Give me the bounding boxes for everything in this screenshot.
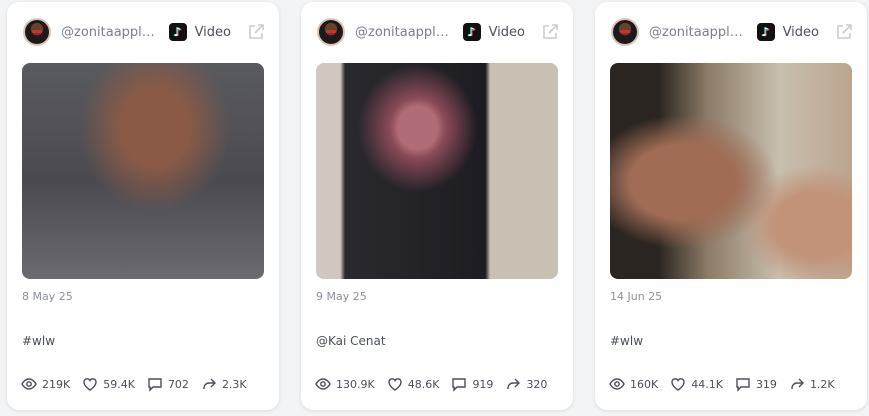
author-handle[interactable]: @zonitaapplez...	[61, 25, 163, 40]
post-card[interactable]: @zonitaapplez... ♪ Video 14 Jun 25 #wlw …	[595, 2, 867, 410]
tiktok-icon: ♪	[756, 23, 775, 41]
heart-icon	[388, 378, 402, 391]
external-link-icon[interactable]	[247, 23, 265, 41]
post-card[interactable]: @zonitaapplez... ♪ Video 9 May 25 @Kai C…	[301, 2, 573, 410]
views-count: 130.9K	[336, 377, 375, 391]
avatar[interactable]	[611, 18, 639, 46]
shares-stat: 320	[505, 376, 547, 392]
likes-stat: 44.1K	[670, 376, 723, 392]
comments-stat: 319	[735, 376, 777, 392]
post-date: 8 May 25	[22, 290, 73, 303]
comments-count: 919	[472, 377, 494, 391]
post-type-label: Video	[194, 24, 231, 40]
comments-stat: 702	[147, 376, 189, 392]
post-date: 14 Jun 25	[610, 290, 663, 303]
likes-count: 59.4K	[103, 377, 135, 391]
likes-stat: 59.4K	[82, 376, 135, 392]
post-header: @zonitaapplez... ♪ Video	[23, 16, 265, 48]
eye-icon	[315, 378, 331, 390]
avatar[interactable]	[317, 18, 345, 46]
comment-icon	[736, 378, 750, 392]
post-stats: 130.9K 48.6K 919 320	[315, 376, 559, 392]
shares-count: 2.3K	[221, 377, 247, 391]
post-header: @zonitaapplez... ♪ Video	[611, 16, 853, 48]
post-caption: #wlw	[610, 334, 644, 348]
views-stat: 219K	[21, 376, 70, 392]
video-thumbnail[interactable]	[316, 63, 558, 279]
heart-icon	[671, 378, 685, 391]
post-header: @zonitaapplez... ♪ Video	[317, 16, 559, 48]
share-icon	[791, 378, 804, 389]
eye-icon	[609, 378, 625, 390]
share-icon	[507, 378, 521, 389]
post-caption: #wlw	[22, 334, 56, 348]
post-type-label: Video	[488, 24, 525, 40]
comment-icon	[148, 378, 162, 392]
likes-stat: 48.6K	[387, 376, 440, 392]
external-link-icon[interactable]	[541, 23, 559, 41]
shares-stat: 1.2K	[789, 376, 835, 392]
heart-icon	[83, 378, 97, 391]
shares-count: 320	[526, 377, 548, 391]
comments-count: 319	[755, 377, 777, 391]
post-stats: 160K 44.1K 319 1.2K	[609, 376, 847, 392]
shares-stat: 2.3K	[201, 376, 247, 392]
post-card[interactable]: @zonitaapplez... ♪ Video 8 May 25 #wlw 2…	[7, 2, 279, 410]
author-handle[interactable]: @zonitaapplez...	[649, 25, 751, 40]
post-date: 9 May 25	[316, 290, 367, 303]
post-caption: @Kai Cenat	[316, 334, 386, 348]
comments-count: 702	[167, 377, 189, 391]
views-stat: 160K	[609, 376, 658, 392]
shares-count: 1.2K	[809, 377, 835, 391]
author-handle[interactable]: @zonitaapplez...	[355, 25, 457, 40]
views-count: 160K	[630, 377, 659, 391]
video-thumbnail[interactable]	[610, 63, 852, 279]
eye-icon	[21, 378, 37, 390]
post-type-label: Video	[782, 24, 819, 40]
video-thumbnail[interactable]	[22, 63, 264, 279]
comments-stat: 919	[451, 376, 493, 392]
posts-grid: @zonitaapplez... ♪ Video 8 May 25 #wlw 2…	[0, 0, 869, 416]
share-icon	[203, 378, 216, 389]
views-count: 219K	[42, 377, 71, 391]
likes-count: 44.1K	[691, 377, 723, 391]
likes-count: 48.6K	[407, 377, 440, 391]
tiktok-icon: ♪	[168, 23, 187, 41]
tiktok-icon: ♪	[462, 23, 481, 41]
views-stat: 130.9K	[315, 376, 375, 392]
post-stats: 219K 59.4K 702 2.3K	[21, 376, 259, 392]
comment-icon	[452, 378, 467, 392]
external-link-icon[interactable]	[835, 23, 853, 41]
avatar[interactable]	[23, 18, 51, 46]
